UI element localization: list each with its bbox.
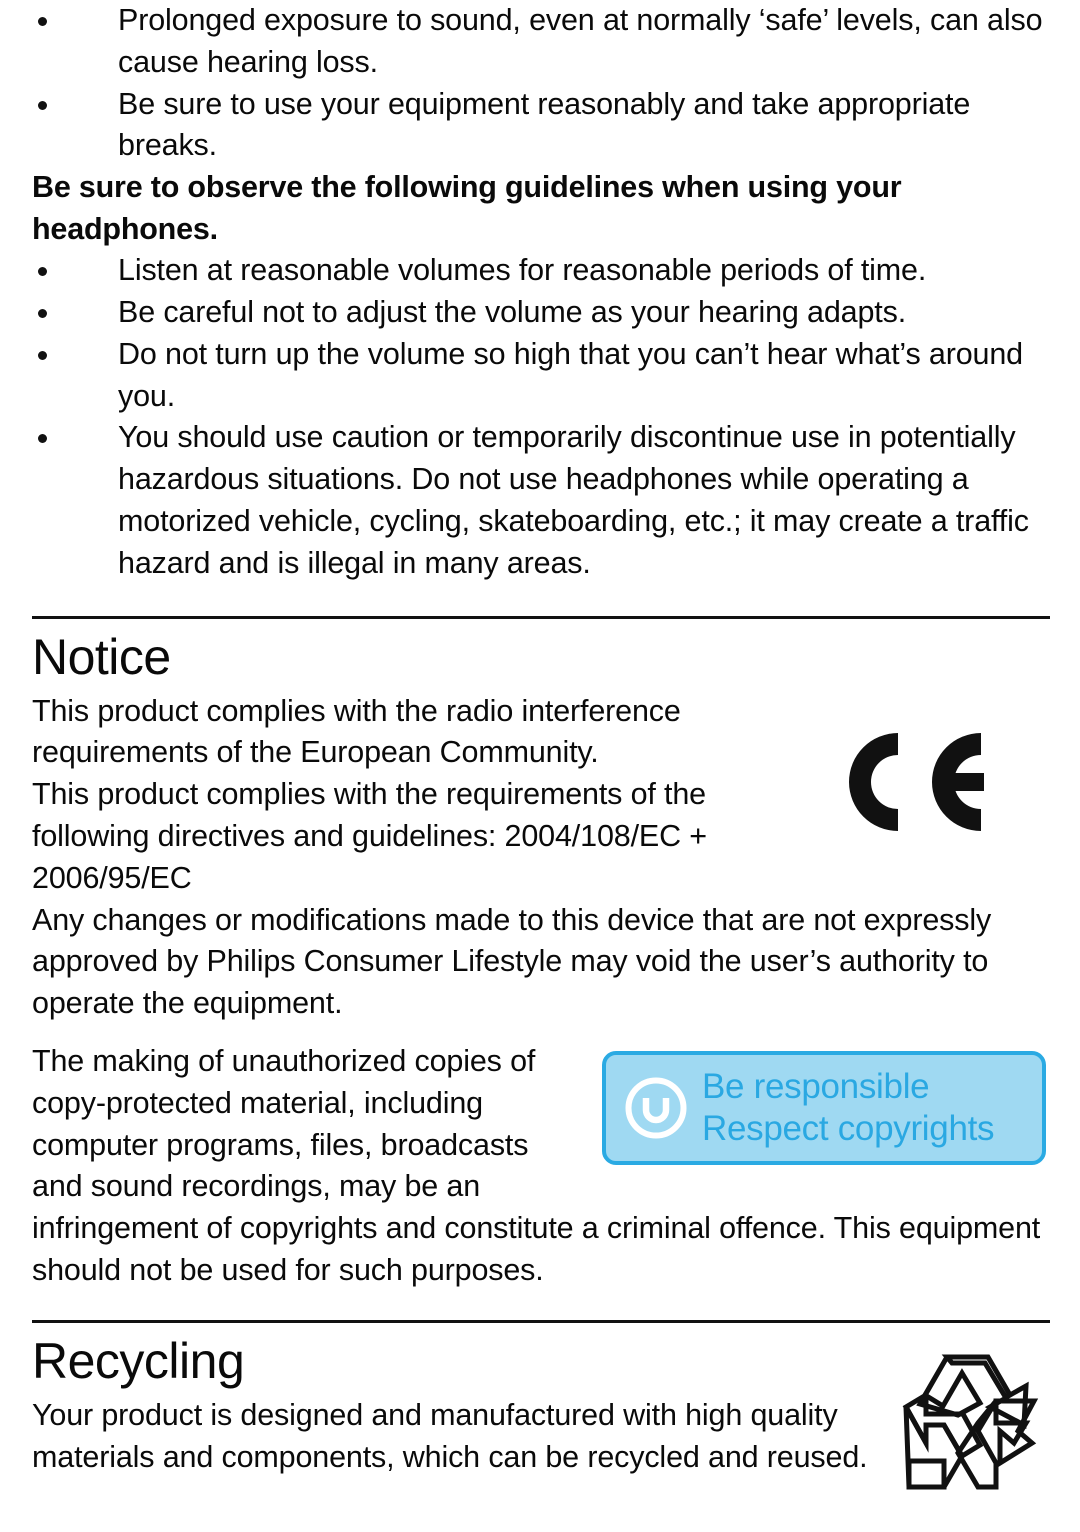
bullet-icon bbox=[38, 434, 47, 444]
list-item-text: Do not turn up the volume so high that y… bbox=[118, 336, 1023, 413]
page-title-recycling: Recycling bbox=[32, 1332, 245, 1389]
notice-paragraph-1: This product complies with the radio int… bbox=[32, 693, 681, 770]
badge-line-1: Be responsible bbox=[702, 1066, 930, 1106]
recycling-paragraph: Your product is designed and manufacture… bbox=[32, 1397, 868, 1474]
respect-copyrights-badge: Be responsible Respect copyrights bbox=[602, 1050, 1046, 1165]
list-item: Prolonged exposure to sound, even at nor… bbox=[32, 0, 1048, 84]
list-item-text: Listen at reasonable volumes for reasona… bbox=[118, 253, 927, 288]
notice-paragraph-2: This product complies with the requireme… bbox=[32, 777, 707, 895]
recycling-mobius-icon bbox=[900, 1351, 1040, 1497]
notice-paragraph-3: Any changes or modifications made to thi… bbox=[32, 902, 992, 1021]
manual-page: Prolonged exposure to sound, even at nor… bbox=[0, 0, 1080, 1532]
bullet-icon bbox=[38, 267, 47, 277]
bullet-icon bbox=[38, 100, 47, 110]
badge-text-group: Be responsible Respect copyrights bbox=[702, 1066, 995, 1150]
notice-section: Notice This product complies with the ra… bbox=[32, 627, 1048, 1292]
guidelines-bullet-list: Listen at reasonable volumes for reasona… bbox=[32, 250, 1048, 584]
list-item-text: Be careful not to adjust the volume as y… bbox=[118, 294, 907, 329]
copyright-block: Be responsible Respect copyrights The ma… bbox=[32, 1041, 1048, 1292]
recycling-section: Recycling Your product is designed and m… bbox=[32, 1331, 1048, 1490]
bullet-icon bbox=[38, 17, 47, 26]
list-item-text: Prolonged exposure to sound, even at nor… bbox=[118, 3, 1043, 79]
section-divider-recycling bbox=[32, 1319, 1050, 1323]
list-item: Be sure to use your equipment reasonably… bbox=[32, 84, 1048, 168]
list-item-text: Be sure to use your equipment reasonably… bbox=[118, 86, 971, 163]
bullet-icon bbox=[38, 350, 47, 360]
copyright-circle-icon bbox=[622, 1074, 690, 1142]
guidelines-heading: Be sure to observe the following guideli… bbox=[32, 170, 902, 246]
list-item: You should use caution or temporarily di… bbox=[32, 417, 1048, 584]
intro-bullet-list: Prolonged exposure to sound, even at nor… bbox=[32, 0, 1048, 167]
page-title-notice: Notice bbox=[32, 628, 171, 685]
bullet-icon bbox=[38, 308, 47, 318]
list-item: Be careful not to adjust the volume as y… bbox=[32, 292, 1048, 334]
list-item-text: You should use caution or temporarily di… bbox=[118, 420, 1029, 580]
section-divider-notice bbox=[32, 615, 1050, 619]
badge-line-2: Respect copyrights bbox=[702, 1108, 995, 1148]
list-item: Listen at reasonable volumes for reasona… bbox=[32, 250, 1048, 292]
list-item: Do not turn up the volume so high that y… bbox=[32, 334, 1048, 418]
ce-mark-icon bbox=[836, 727, 996, 837]
